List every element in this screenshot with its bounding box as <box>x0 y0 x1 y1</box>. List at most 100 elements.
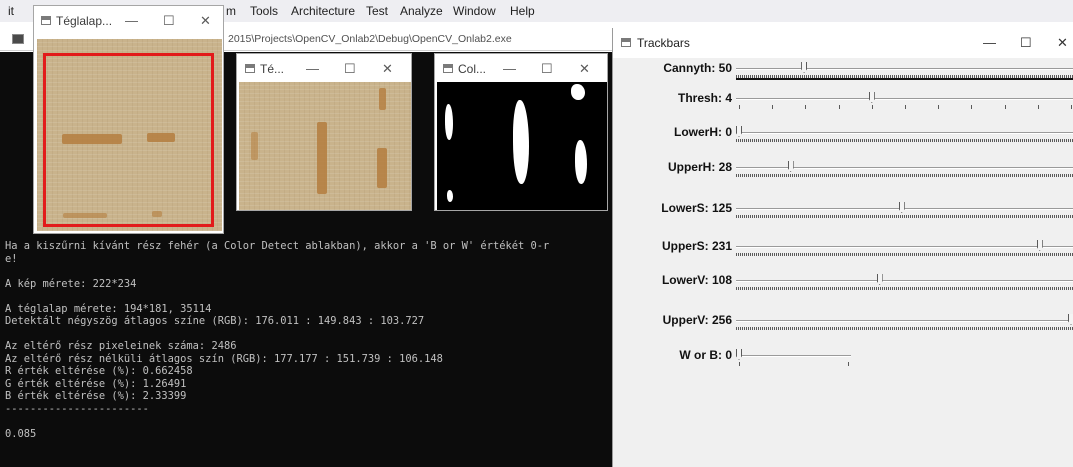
trackbar-label: LowerH: 0 <box>673 125 732 139</box>
stain-mark <box>147 133 175 142</box>
minimize-icon[interactable]: — <box>503 59 516 79</box>
minimize-icon[interactable]: — <box>983 33 996 53</box>
trackbar-label: LowerV: 108 <box>661 273 732 287</box>
trackbar-track[interactable] <box>736 62 1073 73</box>
color-detect-titlebar[interactable]: Col... — ☐ ✕ <box>435 54 607 84</box>
menu-item-analyze[interactable]: Analyze <box>400 4 443 18</box>
maximize-icon[interactable]: ☐ <box>541 59 553 79</box>
window-app-icon <box>41 16 51 25</box>
trackbar-thumb[interactable] <box>1068 314 1073 325</box>
trackbar-label: UpperV: 256 <box>662 313 732 327</box>
stain-mark <box>377 148 387 188</box>
trackbar-track[interactable] <box>736 92 1073 103</box>
te-window: Té... — ☐ ✕ <box>236 53 412 211</box>
trackbar-row: LowerS: 125 <box>613 201 1073 231</box>
menu-item-program[interactable]: m <box>226 4 236 18</box>
trackbar-thumb[interactable] <box>1036 240 1043 251</box>
trackbar-thumb[interactable] <box>787 161 794 172</box>
trackbar-tick <box>772 105 774 109</box>
maximize-icon[interactable]: ☐ <box>1020 33 1032 53</box>
trackbar-track[interactable] <box>736 240 1073 251</box>
menu-item-edit[interactable]: it <box>8 4 14 18</box>
trackbar-thumb[interactable] <box>898 202 905 213</box>
mask-blob <box>445 104 453 140</box>
color-detect-mask-image <box>437 82 607 210</box>
menu-item-test[interactable]: Test <box>366 4 388 18</box>
stain-mark <box>379 88 386 110</box>
mask-blob <box>447 190 453 202</box>
stain-mark <box>62 134 122 144</box>
trackbar-row: LowerH: 0 <box>613 125 1073 155</box>
trackbar-ticks <box>736 327 1073 330</box>
console-app-icon <box>12 34 24 44</box>
trackbar-label: W or B: 0 <box>679 348 732 362</box>
trackbar-track[interactable] <box>736 314 1073 325</box>
teglalap-titlebar[interactable]: Téglalap... — ☐ ✕ <box>34 6 223 36</box>
trackbar-ticks <box>736 287 1073 290</box>
stain-mark <box>63 213 107 218</box>
trackbar-row: LowerV: 108 <box>613 273 1073 303</box>
maximize-icon[interactable]: ☐ <box>344 59 356 79</box>
trackbar-tick <box>871 105 873 109</box>
trackbar-tick <box>838 105 840 109</box>
trackbar-thumb[interactable] <box>736 349 742 360</box>
trackbar-row: UpperH: 28 <box>613 160 1073 190</box>
close-icon[interactable]: ✕ <box>382 59 393 79</box>
trackbars-window: Trackbars — ☐ ✕ Cannyth: 50 Thresh: 4 Lowe… <box>612 28 1073 467</box>
window-app-icon <box>621 38 631 47</box>
trackbar-ticks <box>736 215 1073 218</box>
mask-blob <box>513 100 529 184</box>
trackbar-thumb[interactable] <box>801 62 808 73</box>
trackbar-tick <box>1071 105 1072 109</box>
trackbar-track[interactable] <box>736 126 1073 137</box>
trackbar-label: Cannyth: 50 <box>663 61 732 75</box>
minimize-icon[interactable]: — <box>125 11 138 31</box>
trackbar-thumb[interactable] <box>876 274 883 285</box>
color-detect-window-title: Col... <box>458 62 487 76</box>
trackbar-tick <box>739 105 740 109</box>
trackbar-tick <box>905 105 906 109</box>
trackbar-ticks <box>736 139 1073 142</box>
trackbar-thumb[interactable] <box>868 92 875 103</box>
close-icon[interactable]: ✕ <box>200 11 211 31</box>
trackbar-thumb[interactable] <box>736 126 742 137</box>
close-icon[interactable]: ✕ <box>579 59 590 79</box>
stain-mark <box>152 211 162 217</box>
trackbar-tick <box>739 362 740 366</box>
menu-item-help[interactable]: Help <box>510 4 535 18</box>
teglalap-window: Téglalap... — ☐ ✕ <box>33 5 224 234</box>
trackbar-label: UpperH: 28 <box>667 160 732 174</box>
te-window-title: Té... <box>260 62 285 76</box>
trackbar-tick <box>1004 105 1006 109</box>
menu-item-architecture[interactable]: Architecture <box>291 4 355 18</box>
trackbar-row: UpperS: 231 <box>613 239 1073 269</box>
menu-item-tools[interactable]: Tools <box>250 4 278 18</box>
trackbar-tick <box>1037 105 1039 109</box>
trackbar-row: Thresh: 4 <box>613 91 1073 121</box>
trackbar-tick <box>938 105 940 109</box>
mask-blob <box>571 84 585 100</box>
te-titlebar[interactable]: Té... — ☐ ✕ <box>237 54 411 84</box>
trackbar-track[interactable] <box>736 161 1073 172</box>
trackbar-track[interactable] <box>736 274 1073 285</box>
teglalap-image <box>37 39 222 231</box>
trackbar-track[interactable] <box>736 202 1073 213</box>
trackbars-titlebar[interactable]: Trackbars — ☐ ✕ <box>613 28 1073 58</box>
maximize-icon[interactable]: ☐ <box>163 11 175 31</box>
window-app-icon <box>443 64 453 73</box>
trackbar-row: Cannyth: 50 <box>613 61 1073 91</box>
trackbar-tick <box>805 105 807 109</box>
trackbar-focus-separator <box>736 78 1073 80</box>
te-image <box>239 82 411 210</box>
menu-item-window[interactable]: Window <box>453 4 496 18</box>
console-exe-path: 2015\Projects\OpenCV_Onlab2\Debug\OpenCV… <box>228 33 512 45</box>
trackbar-row: W or B: 0 <box>613 348 1073 378</box>
trackbar-track[interactable] <box>736 349 851 360</box>
trackbar-label: Thresh: 4 <box>677 91 732 105</box>
teglalap-window-title: Téglalap... <box>56 14 113 28</box>
close-icon[interactable]: ✕ <box>1057 33 1068 53</box>
minimize-icon[interactable]: — <box>306 59 319 79</box>
trackbar-tick <box>971 105 973 109</box>
trackbar-row: UpperV: 256 <box>613 313 1073 343</box>
trackbar-label: UpperS: 231 <box>661 239 732 253</box>
